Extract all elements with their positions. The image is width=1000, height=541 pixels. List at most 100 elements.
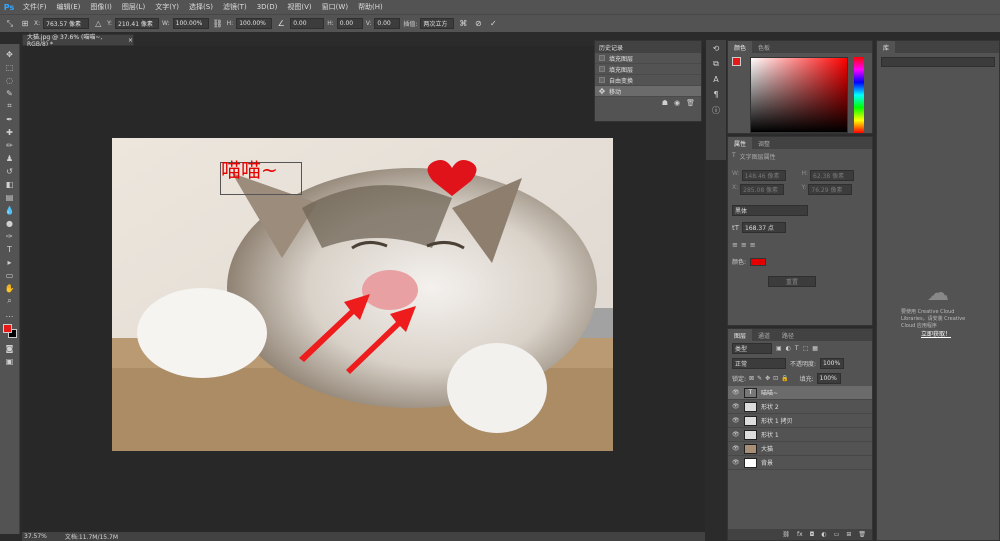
filter-adjust-icon[interactable]: ◐ [786, 345, 791, 352]
quick-select-icon[interactable]: ✎ [3, 87, 17, 99]
library-select[interactable] [881, 57, 995, 67]
path-select-icon[interactable]: ▸ [3, 256, 17, 268]
healing-brush-icon[interactable]: ✚ [3, 126, 17, 138]
document-canvas[interactable]: 喵喵~ [112, 138, 613, 451]
tab-channels[interactable]: 通道 [752, 329, 776, 341]
transform-tool-icon[interactable]: ⤡ [4, 18, 16, 30]
opacity-field[interactable]: 100% [820, 358, 845, 369]
menu-image[interactable]: 图像(I) [85, 2, 117, 12]
link-layers-icon[interactable]: ⛓ [782, 531, 790, 538]
stamp-tool-icon[interactable]: ♟ [3, 152, 17, 164]
hue-slider[interactable] [854, 57, 864, 133]
menu-layer[interactable]: 图层(L) [117, 2, 150, 12]
angle-field[interactable]: 0.00 [290, 18, 325, 29]
color-picker-field[interactable] [750, 57, 848, 133]
color-swatches[interactable] [2, 323, 18, 339]
tab-adjustments[interactable]: 调整 [752, 137, 776, 149]
crop-tool-icon[interactable]: ⌗ [3, 100, 17, 112]
document-tab[interactable]: 大猫.jpg @ 37.6% (喵喵~, RGB/8) * × [22, 34, 134, 48]
shape-tool-icon[interactable]: ▭ [3, 269, 17, 281]
lasso-tool-icon[interactable]: ◌ [3, 74, 17, 86]
link-icon[interactable]: ⛓ [212, 18, 224, 30]
vskew-field[interactable]: 0.00 [374, 18, 401, 29]
eyedropper-icon[interactable]: ✒ [3, 113, 17, 125]
layer-row[interactable]: 👁 形状 1 [728, 428, 872, 442]
tab-layers[interactable]: 图层 [728, 329, 753, 341]
props-w-field[interactable]: 148.46 像素 [741, 170, 786, 181]
lock-artboard-icon[interactable]: ⊡ [773, 375, 778, 382]
fill-field[interactable]: 100% [816, 373, 841, 384]
menu-select[interactable]: 选择(S) [184, 2, 218, 12]
layer-row[interactable]: 👁 大猫 [728, 442, 872, 456]
font-family-select[interactable]: 黑体 [732, 205, 808, 216]
tab-paths[interactable]: 路径 [776, 329, 800, 341]
delete-layer-icon[interactable]: 🗑 [858, 531, 866, 538]
warp-icon[interactable]: ⌘ [457, 18, 469, 30]
tab-color[interactable]: 颜色 [728, 41, 753, 53]
pen-tool-icon[interactable]: ✑ [3, 230, 17, 242]
foreground-color-swatch[interactable] [2, 324, 12, 333]
info-icon[interactable]: ⓘ [712, 105, 720, 116]
layer-row-selected[interactable]: 👁 T 喵喵~ [728, 386, 872, 400]
hskew-field[interactable]: 0.00 [336, 18, 363, 29]
paragraph-panel-icon[interactable]: ¶ [713, 90, 718, 99]
history-item[interactable]: 填充图层 [595, 53, 701, 64]
history-item-selected[interactable]: ✥ 移动 [595, 86, 701, 97]
cancel-icon[interactable]: ⊘ [472, 18, 484, 30]
interp-select[interactable]: 两次立方 [420, 18, 455, 29]
props-x-field[interactable]: 285.08 像素 [740, 184, 785, 195]
reference-point-icon[interactable]: ⊞ [19, 18, 31, 30]
filter-type-icon[interactable]: T [795, 345, 799, 352]
zoom-tool-icon[interactable]: ⌕ [3, 295, 17, 307]
blend-mode-select[interactable]: 正常 [732, 358, 786, 369]
filter-smart-icon[interactable]: ▦ [812, 345, 818, 352]
history-item[interactable]: 自由变换 [595, 75, 701, 86]
lock-position-icon[interactable]: ✥ [765, 375, 770, 382]
layer-row[interactable]: 👁 背景 [728, 456, 872, 470]
character-panel-icon[interactable]: A [713, 75, 718, 84]
triangle-icon[interactable]: △ [92, 18, 104, 30]
dodge-tool-icon[interactable]: ● [3, 217, 17, 229]
tab-swatches[interactable]: 色板 [752, 41, 776, 53]
props-h-field[interactable]: 62.38 像素 [810, 170, 855, 181]
filter-kind-select[interactable]: 类型 [732, 343, 772, 354]
eye-icon[interactable]: 👁 [732, 431, 740, 438]
history-item[interactable]: 填充图层 [595, 64, 701, 75]
menu-edit[interactable]: 编辑(E) [52, 2, 86, 12]
eye-icon[interactable]: 👁 [732, 459, 740, 466]
screen-mode-icon[interactable]: ▣ [3, 355, 17, 367]
mask-icon[interactable]: ◘ [810, 531, 815, 538]
menu-type[interactable]: 文字(Y) [150, 2, 184, 12]
close-tab-icon[interactable]: × [128, 37, 133, 44]
hand-tool-icon[interactable]: ✋ [3, 282, 17, 294]
trash-icon[interactable]: 🗑 [686, 99, 695, 107]
menu-3d[interactable]: 3D(D) [252, 3, 283, 11]
reset-button[interactable]: 重置 [768, 276, 816, 287]
text-color-swatch[interactable] [750, 257, 767, 266]
menu-help[interactable]: 帮助(H) [353, 2, 388, 12]
tab-properties[interactable]: 属性 [728, 137, 753, 149]
new-document-from-state-icon[interactable]: ☗ [662, 99, 668, 107]
lock-transparent-icon[interactable]: ⊠ [749, 375, 754, 382]
layer-name[interactable]: 喵喵~ [761, 388, 778, 397]
history-brush-icon[interactable]: ↺ [3, 165, 17, 177]
blur-tool-icon[interactable]: 💧 [3, 204, 17, 216]
w-field[interactable]: 100.00% [172, 18, 209, 29]
layer-row[interactable]: 👁 形状 1 拷贝 [728, 414, 872, 428]
lock-all-icon[interactable]: 🔒 [781, 375, 788, 382]
eye-icon[interactable]: 👁 [732, 417, 740, 424]
align-right-icon[interactable]: ≡ [750, 241, 756, 249]
get-now-link[interactable]: 立即获取！ [921, 329, 951, 338]
y-field[interactable]: 210.41 像素 [115, 18, 160, 29]
menu-filter[interactable]: 滤镜(T) [218, 2, 252, 12]
font-size-field[interactable]: 168.37 点 [742, 222, 787, 233]
gradient-tool-icon[interactable]: ▤ [3, 191, 17, 203]
type-tool-icon[interactable]: T [3, 243, 17, 255]
more-tools-icon[interactable]: … [3, 308, 17, 320]
layer-name[interactable]: 形状 1 拷贝 [761, 416, 793, 425]
new-layer-icon[interactable]: ⊞ [846, 531, 851, 538]
group-folder-icon[interactable]: ▭ [834, 531, 840, 538]
layer-row[interactable]: 👁 形状 2 [728, 400, 872, 414]
eraser-tool-icon[interactable]: ◧ [3, 178, 17, 190]
h-field[interactable]: 100.00% [236, 18, 273, 29]
